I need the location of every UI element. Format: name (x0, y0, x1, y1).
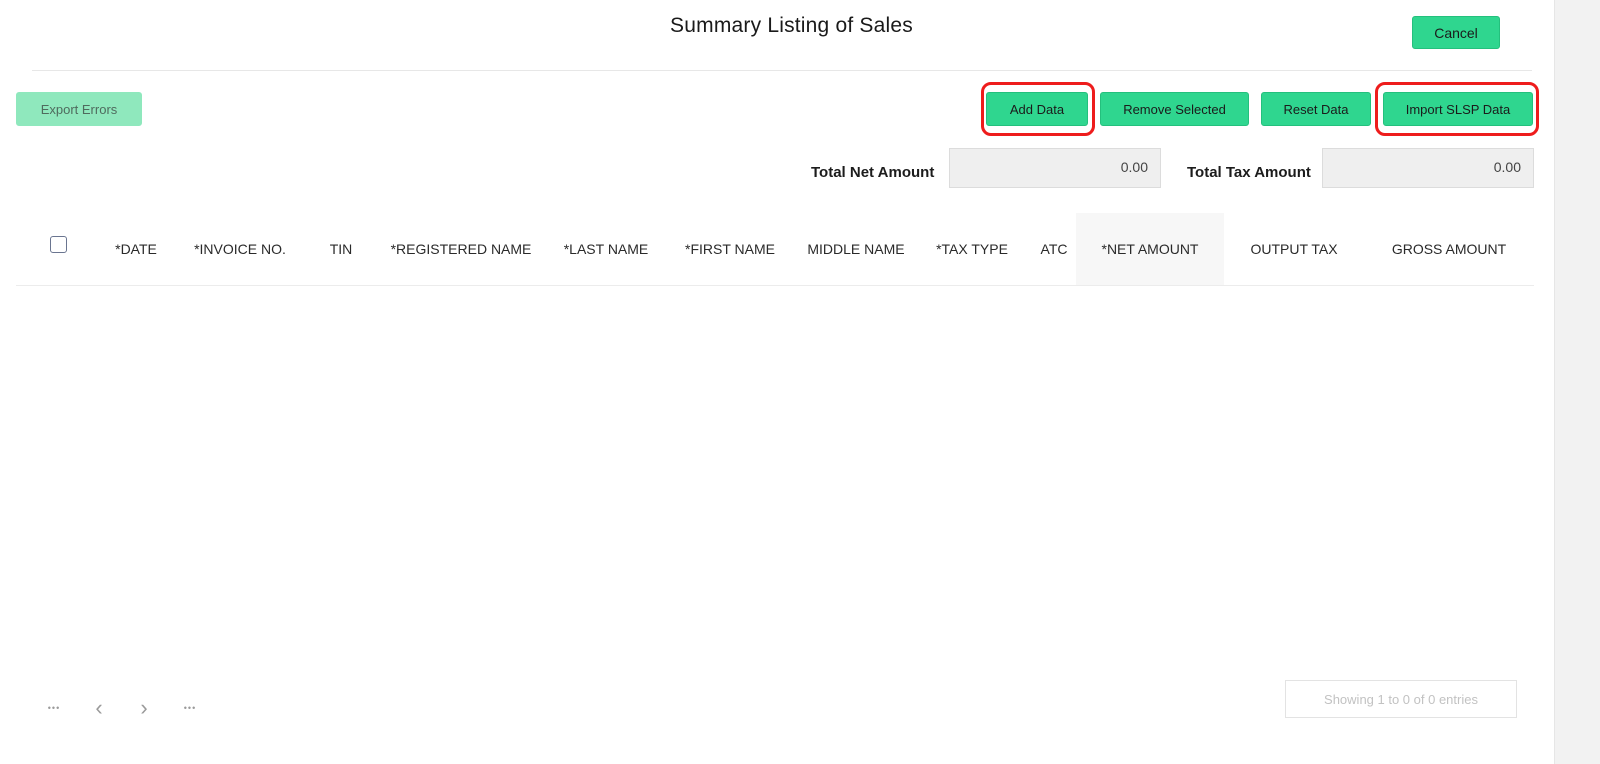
select-all-checkbox[interactable] (50, 236, 67, 253)
export-errors-button[interactable]: Export Errors (16, 92, 142, 126)
reset-data-button[interactable]: Reset Data (1261, 92, 1371, 126)
last-page-ellipsis-icon[interactable]: ••• (177, 695, 203, 721)
column-header-gross-amount[interactable]: GROSS AMOUNT (1364, 213, 1534, 285)
total-tax-amount-field: 0.00 (1322, 148, 1534, 188)
page-title: Summary Listing of Sales (670, 14, 913, 37)
prev-page-chevron-left-icon[interactable]: ‹ (86, 695, 112, 721)
total-tax-amount-label: Total Tax Amount (1187, 164, 1311, 181)
column-header-middle-name[interactable]: MIDDLE NAME (792, 213, 920, 285)
column-header-tax-type[interactable]: *TAX TYPE (920, 213, 1024, 285)
column-header-registered-name[interactable]: *REGISTERED NAME (378, 213, 544, 285)
column-header-invoice-no[interactable]: *INVOICE NO. (176, 213, 304, 285)
column-header-atc[interactable]: ATC (1024, 213, 1084, 285)
add-data-button[interactable]: Add Data (986, 92, 1088, 126)
column-header-output-tax[interactable]: OUTPUT TAX (1224, 213, 1364, 285)
table-header: *DATE *INVOICE NO. TIN *REGISTERED NAME … (16, 213, 1534, 286)
window-edge (1554, 0, 1600, 764)
table-body (16, 286, 1534, 656)
first-page-ellipsis-icon[interactable]: ••• (41, 695, 67, 721)
cancel-button[interactable]: Cancel (1412, 16, 1500, 49)
column-header-date[interactable]: *DATE (86, 213, 186, 285)
total-net-amount-field: 0.00 (949, 148, 1161, 188)
column-header-tin[interactable]: TIN (304, 213, 378, 285)
pagination-info: Showing 1 to 0 of 0 entries (1285, 680, 1517, 718)
remove-selected-button[interactable]: Remove Selected (1100, 92, 1249, 126)
column-header-net-amount[interactable]: *NET AMOUNT (1076, 213, 1224, 285)
column-header-first-name[interactable]: *FIRST NAME (668, 213, 792, 285)
header-divider (32, 70, 1532, 71)
next-page-chevron-right-icon[interactable]: › (131, 695, 157, 721)
total-net-amount-label: Total Net Amount (811, 164, 935, 181)
import-slsp-data-button[interactable]: Import SLSP Data (1383, 92, 1533, 126)
column-header-last-name[interactable]: *LAST NAME (544, 213, 668, 285)
